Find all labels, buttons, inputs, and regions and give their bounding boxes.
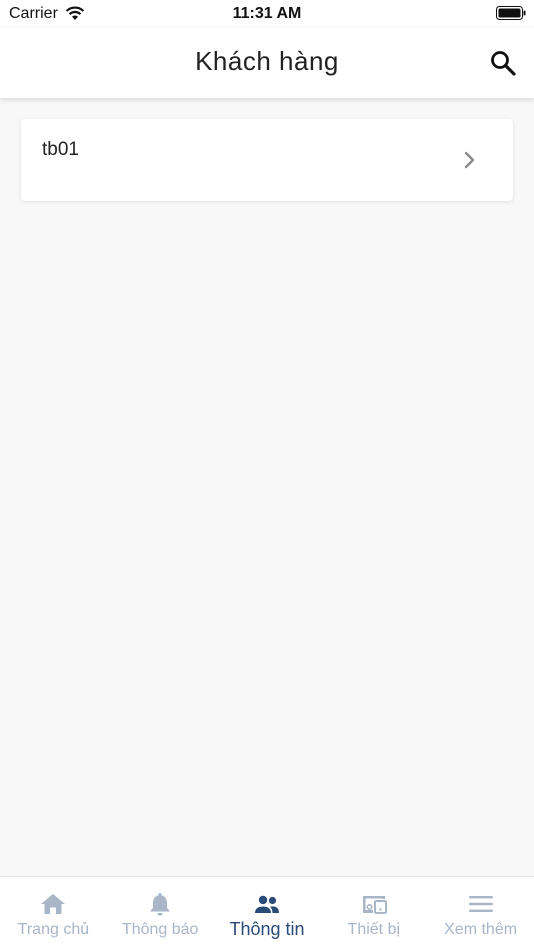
tab-label: Thiết bị [347, 921, 401, 938]
status-time: 11:31 AM [232, 5, 302, 22]
tab-thong-bao[interactable]: Thông báo [107, 877, 214, 951]
tab-xem-them[interactable]: Xem thêm [427, 877, 534, 951]
tab-label: Thông báo [121, 921, 199, 938]
tab-label: Xem thêm [444, 921, 518, 938]
header-bar: Khách hàng [0, 28, 534, 98]
status-bar: Carrier 11:31 AM [0, 0, 534, 28]
menu-icon [468, 896, 493, 912]
tab-label: Trang chủ [17, 921, 90, 938]
devices-icon [362, 896, 387, 914]
tab-thiet-bi[interactable]: Thiết bị [320, 877, 427, 951]
people-icon [254, 895, 279, 913]
tab-trang-chu[interactable]: Trang chủ [0, 877, 107, 951]
home-icon [41, 894, 66, 914]
bottom-tab-bar: Trang chủ Thông báo Thông tin Thiết bị X… [0, 876, 534, 951]
customer-list: tb01 [0, 98, 534, 876]
chevron-right-icon [464, 151, 475, 169]
page-title: Khách hàng [195, 46, 339, 76]
list-item-label: tb01 [42, 139, 79, 160]
bell-icon [150, 893, 170, 916]
tab-thong-tin[interactable]: Thông tin [214, 877, 321, 951]
search-icon[interactable] [488, 48, 518, 78]
battery-icon [496, 6, 526, 20]
tab-label: Thông tin [229, 919, 305, 939]
list-item[interactable]: tb01 [21, 119, 513, 201]
